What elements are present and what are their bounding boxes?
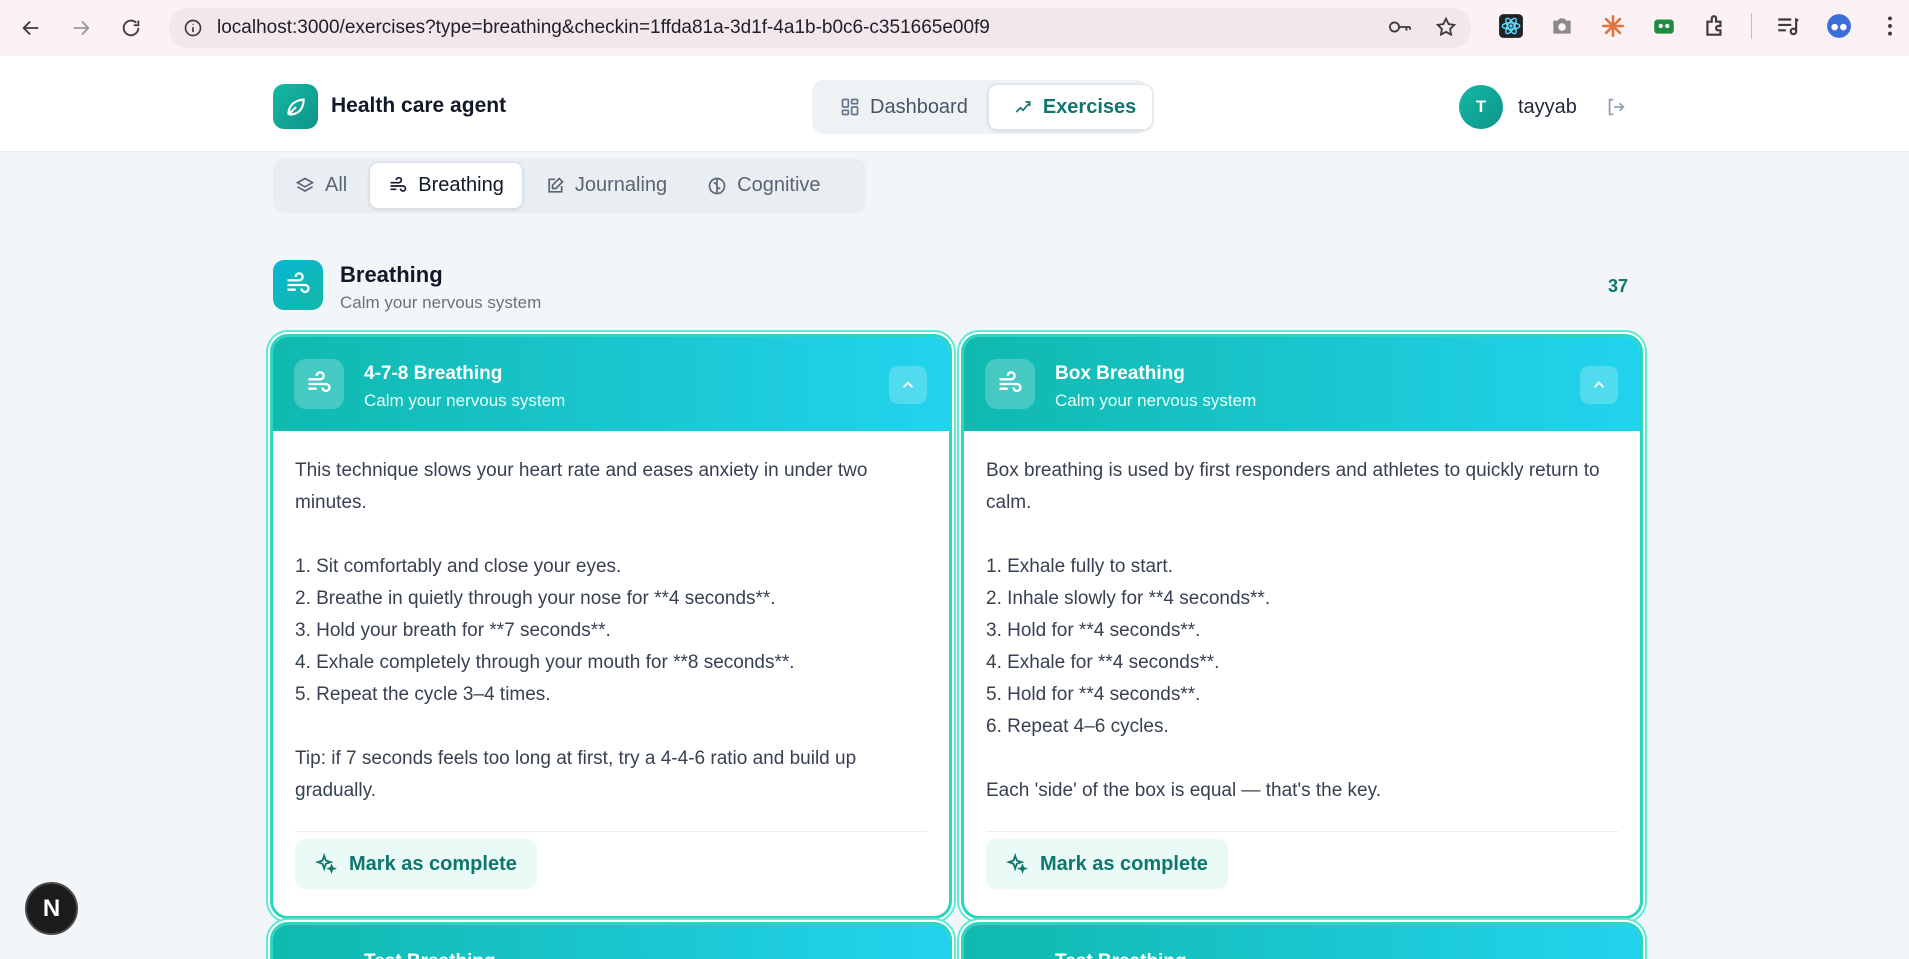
browser-menu-icon[interactable] <box>1875 11 1905 41</box>
card-title: Test Breathing <box>1055 951 1187 959</box>
category-tabs: All Breathing Journaling Cognitive <box>273 158 866 213</box>
instruction-line: 4. Exhale for **4 seconds**. <box>986 652 1220 673</box>
instruction-line <box>295 519 927 551</box>
leaf-logo-icon[interactable] <box>273 84 318 129</box>
card-body: Box breathing is used by first responder… <box>964 431 1640 807</box>
camera-icon[interactable] <box>1547 11 1577 41</box>
collapse-button[interactable] <box>889 366 927 404</box>
card-header[interactable]: 4-7-8 Breathing Calm your nervous system <box>273 337 949 431</box>
tab-all-label: All <box>325 174 348 196</box>
avatar[interactable]: T <box>1459 85 1503 129</box>
activity-icon <box>1015 101 1031 113</box>
brain-icon <box>708 177 726 194</box>
game-extension-icon[interactable] <box>1649 11 1679 41</box>
instruction-line: 2. Breathe in quietly through your nose … <box>295 588 776 609</box>
claude-extension-icon[interactable] <box>1598 11 1628 41</box>
instruction-line: 4. Exhale completely through your mouth … <box>295 652 795 673</box>
card-header[interactable]: Test Breathing <box>273 925 949 959</box>
instruction-line: 3. Hold your breath for **7 seconds**. <box>295 620 611 641</box>
card-header[interactable]: Test Breathing <box>964 925 1640 959</box>
collapse-button[interactable] <box>1580 366 1618 404</box>
card-title: 4-7-8 Breathing <box>364 363 503 384</box>
address-bar[interactable]: localhost:3000/exercises?type=breathing&… <box>169 8 1471 48</box>
extensions-puzzle-icon[interactable] <box>1700 11 1730 41</box>
wind-icon <box>273 260 323 310</box>
card-subtitle: Calm your nervous system <box>1055 391 1257 410</box>
forward-icon[interactable] <box>64 11 98 45</box>
card-body: This technique slows your heart rate and… <box>273 431 949 807</box>
instruction-line <box>986 519 1618 551</box>
instruction-line: 6. Repeat 4–6 cycles. <box>986 716 1169 737</box>
section-title: Breathing <box>340 262 443 287</box>
instruction-line: 2. Inhale slowly for **4 seconds**. <box>986 588 1271 609</box>
mark-complete-button[interactable]: Mark as complete <box>295 839 537 889</box>
tab-cognitive-label: Cognitive <box>737 174 821 196</box>
card-header[interactable]: Box Breathing Calm your nervous system <box>964 337 1640 431</box>
exercise-card: Test Breathing <box>270 922 952 959</box>
instruction-line: 5. Repeat the cycle 3–4 times. <box>295 684 551 705</box>
exercise-count: 37 <box>1608 276 1629 296</box>
tab-breathing-label: Breathing <box>418 174 504 196</box>
chevron-up-icon <box>902 381 914 388</box>
sparkles-icon <box>1006 853 1028 875</box>
card-footer: Mark as complete <box>295 831 927 916</box>
nav-exercises-label: Exercises <box>1042 95 1137 118</box>
url-text: localhost:3000/exercises?type=breathing&… <box>217 17 990 38</box>
tab-cognitive[interactable]: Cognitive <box>689 162 838 209</box>
toolbar-divider <box>1751 13 1752 39</box>
instruction-line: This technique slows your heart rate and… <box>295 460 868 513</box>
section-subtitle: Calm your nervous system <box>340 293 542 312</box>
exercise-card: Box Breathing Calm your nervous system B… <box>961 334 1643 919</box>
bookmark-star-icon[interactable] <box>1435 16 1457 38</box>
app-header: Health care agent Dashboard Exercises T … <box>0 56 1909 152</box>
card-subtitle: Calm your nervous system <box>364 391 566 410</box>
exercise-card: Test Breathing <box>961 922 1643 959</box>
instruction-line: 3. Hold for **4 seconds**. <box>986 620 1201 641</box>
instruction-line: Each 'side' of the box is equal — that's… <box>986 780 1381 801</box>
tab-journaling[interactable]: Journaling <box>527 162 685 209</box>
tab-all[interactable]: All <box>277 162 365 209</box>
instruction-line: 5. Hold for **4 seconds**. <box>986 684 1201 705</box>
dashboard-icon <box>841 98 859 116</box>
brand-name[interactable]: Health care agent <box>331 94 506 118</box>
profile-avatar-icon[interactable] <box>1824 11 1854 41</box>
card-title: Box Breathing <box>1055 363 1185 384</box>
reload-icon[interactable] <box>114 11 148 45</box>
wind-icon <box>294 359 344 409</box>
back-icon[interactable] <box>14 11 48 45</box>
browser-toolbar: localhost:3000/exercises?type=breathing&… <box>0 0 1909 56</box>
wind-icon <box>390 176 407 192</box>
nav-exercises[interactable]: Exercises <box>987 84 1154 130</box>
username: tayyab <box>1518 96 1577 118</box>
layers-icon <box>295 177 315 192</box>
chevron-up-icon <box>1593 381 1605 388</box>
react-devtools-icon[interactable] <box>1496 11 1526 41</box>
mark-complete-button[interactable]: Mark as complete <box>986 839 1228 889</box>
exercise-card: 4-7-8 Breathing Calm your nervous system… <box>270 334 952 919</box>
tab-journaling-label: Journaling <box>574 174 668 196</box>
wind-icon <box>985 359 1035 409</box>
mark-complete-label: Mark as complete <box>1040 852 1208 875</box>
nextjs-dev-badge[interactable]: N <box>25 882 78 935</box>
password-key-icon[interactable] <box>1387 16 1413 38</box>
instruction-line: Tip: if 7 seconds feels too long at firs… <box>295 748 857 801</box>
site-info-icon[interactable] <box>183 18 203 38</box>
nav-dashboard-label: Dashboard <box>870 95 968 118</box>
nav-dashboard[interactable]: Dashboard <box>816 84 984 130</box>
card-footer: Mark as complete <box>986 831 1618 916</box>
card-title: Test Breathing <box>364 951 496 959</box>
instruction-line <box>295 711 927 743</box>
main-nav: Dashboard Exercises <box>812 80 1154 134</box>
logout-icon[interactable] <box>1605 96 1627 118</box>
mark-complete-label: Mark as complete <box>349 852 517 875</box>
media-controls-icon[interactable] <box>1773 11 1803 41</box>
instruction-line: Box breathing is used by first responder… <box>986 460 1600 513</box>
instruction-line: 1. Sit comfortably and close your eyes. <box>295 556 622 577</box>
edit-icon <box>548 176 564 193</box>
instruction-line: 1. Exhale fully to start. <box>986 556 1173 577</box>
tab-breathing[interactable]: Breathing <box>369 162 523 209</box>
sparkles-icon <box>315 853 337 875</box>
instruction-line <box>986 743 1618 775</box>
